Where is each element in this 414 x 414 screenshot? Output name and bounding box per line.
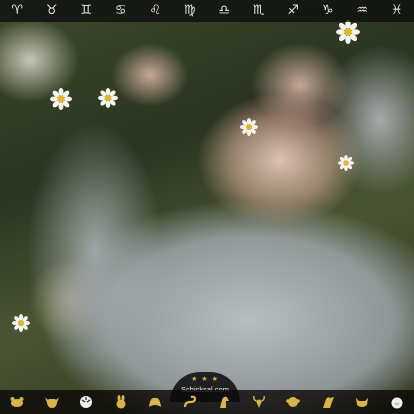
pig-icon[interactable] — [386, 393, 408, 411]
stars-icon: ★ ★ ★ — [191, 376, 219, 383]
rooster-icon[interactable] — [317, 393, 339, 411]
sagittarius-icon[interactable]: ♐ — [280, 0, 306, 22]
taurus-icon[interactable]: ♉ — [39, 0, 65, 22]
cancer-icon[interactable]: ♋ — [108, 0, 134, 22]
daisy-icon — [12, 314, 30, 332]
rabbit-icon[interactable] — [110, 393, 132, 411]
gemini-icon[interactable]: ♊ — [73, 0, 99, 22]
dog-icon[interactable] — [351, 393, 373, 411]
libra-icon[interactable]: ♎ — [211, 0, 237, 22]
capricorn-icon[interactable]: ♑ — [315, 0, 341, 22]
dragon-icon[interactable] — [144, 393, 166, 411]
monkey-icon[interactable] — [282, 393, 304, 411]
ox-icon[interactable] — [41, 393, 63, 411]
rat-icon[interactable] — [6, 393, 28, 411]
zodiac-sign-bar: ♈ ♉ ♊ ♋ ♌ ♍ ♎ ♏ ♐ ♑ ♒ ♓ — [0, 0, 414, 22]
daisy-icon — [338, 155, 354, 171]
daisy-icon — [50, 88, 72, 110]
horse-icon[interactable] — [213, 393, 235, 411]
snake-icon[interactable] — [179, 393, 201, 411]
aquarius-icon[interactable]: ♒ — [349, 0, 375, 22]
virgo-icon[interactable]: ♍ — [177, 0, 203, 22]
tiger-icon[interactable] — [75, 393, 97, 411]
daisy-icon — [336, 20, 360, 44]
daisy-icon — [240, 118, 258, 136]
woman-on-grass-photo — [0, 0, 414, 414]
daisy-icon — [98, 88, 118, 108]
aries-icon[interactable]: ♈ — [4, 0, 30, 22]
photo-canvas: ♈ ♉ ♊ ♋ ♌ ♍ ♎ ♏ ♐ ♑ ♒ ♓ ★ ★ ★ Schicksal.… — [0, 0, 414, 414]
pisces-icon[interactable]: ♓ — [384, 0, 410, 22]
scorpio-icon[interactable]: ♏ — [246, 0, 272, 22]
chinese-zodiac-bar — [0, 390, 414, 414]
leo-icon[interactable]: ♌ — [142, 0, 168, 22]
goat-icon[interactable] — [248, 393, 270, 411]
